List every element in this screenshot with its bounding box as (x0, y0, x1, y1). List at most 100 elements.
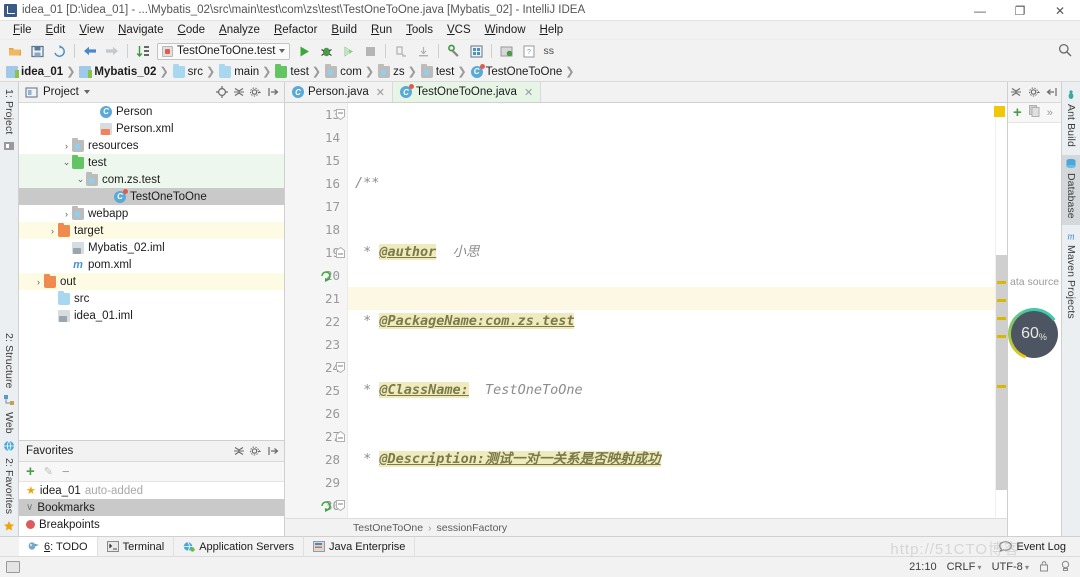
code-fold-icon[interactable] (335, 425, 346, 448)
menu-vcs[interactable]: VCS (440, 23, 478, 37)
breadcrumb-item-test[interactable]: test (421, 66, 458, 78)
tree-node-com-zs-test[interactable]: ⌄com.zs.test (19, 171, 284, 188)
favorites-item-breakpoints[interactable]: Breakpoints (19, 516, 284, 533)
save-all-icon[interactable] (27, 42, 47, 61)
open-folder-icon[interactable] (5, 42, 25, 61)
breadcrumb-item-com[interactable]: com (325, 66, 365, 78)
tool-button-favorites[interactable]: 2: Favorites (3, 455, 15, 517)
editor-tab-testonetoone-java[interactable]: CTestOneToOne.java✕ (393, 82, 541, 102)
tree-expand-arrow[interactable]: › (33, 277, 44, 287)
remove-icon[interactable]: − (62, 464, 70, 479)
editor-gutter[interactable]: 131415161718192021222324252627282930 (285, 103, 348, 518)
code-fold-icon[interactable] (335, 241, 346, 264)
edit-pencil-icon[interactable]: ✎ (44, 465, 53, 478)
stop-icon[interactable] (360, 42, 380, 61)
breadcrumb-item-idea_01[interactable]: idea_01 (6, 66, 66, 78)
warning-marker[interactable] (994, 106, 1005, 117)
editor-marker-bar[interactable] (995, 103, 1007, 518)
tool-button-project[interactable]: 1: Project (3, 86, 15, 137)
back-icon[interactable] (80, 42, 100, 61)
close-button[interactable]: ✕ (1040, 0, 1080, 21)
tree-expand-arrow[interactable]: ⌄ (75, 174, 86, 185)
settings-gear-icon[interactable] (1028, 85, 1041, 100)
bottom-window-6-todo[interactable]: 6: TODO (19, 537, 98, 557)
collapse-all-icon[interactable] (231, 444, 246, 459)
hide-icon[interactable] (265, 444, 280, 459)
run-class-icon[interactable] (319, 269, 333, 283)
tree-node-mybatis_02-iml[interactable]: Mybatis_02.iml (19, 239, 284, 256)
code-fold-icon[interactable] (335, 494, 346, 517)
settings-wrench-icon[interactable] (444, 42, 464, 61)
menu-tools[interactable]: Tools (399, 23, 440, 37)
tree-node-target[interactable]: ›target (19, 222, 284, 239)
close-icon[interactable]: ✕ (524, 86, 533, 99)
breadcrumb-item-testonetoone[interactable]: CTestOneToOne (471, 66, 566, 78)
menu-code[interactable]: Code (171, 23, 213, 37)
tool-button-ant-build[interactable]: Ant Build (1065, 86, 1077, 153)
sync-icon[interactable] (49, 42, 69, 61)
tree-node-testonetoone[interactable]: CTestOneToOne (19, 188, 284, 205)
menu-view[interactable]: View (72, 23, 111, 37)
settings-gear-icon[interactable] (248, 85, 263, 100)
maximize-button[interactable]: ❐ (1000, 0, 1040, 21)
run-configuration-selector[interactable]: TestOneToOne.test (157, 43, 290, 60)
tool-button-database[interactable]: Database (1062, 155, 1080, 225)
menu-build[interactable]: Build (324, 23, 364, 37)
collapse-all-icon[interactable] (1010, 85, 1023, 100)
code-fold-icon[interactable] (335, 103, 346, 126)
minimize-button[interactable]: — (960, 0, 1000, 21)
tool-button-maven-projects[interactable]: m Maven Projects (1065, 227, 1077, 325)
editor-scrollbar-thumb[interactable] (996, 255, 1007, 490)
menu-help[interactable]: Help (533, 23, 571, 37)
breadcrumb-item-test[interactable]: test (275, 66, 312, 78)
bottom-window-application-servers[interactable]: Application Servers (174, 537, 304, 557)
chevron-down-icon[interactable] (84, 90, 90, 94)
help-icon[interactable]: ? (519, 42, 539, 61)
bottom-window-java-enterprise[interactable]: Java Enterprise (304, 537, 415, 557)
run-method-icon[interactable] (319, 499, 333, 513)
hide-icon[interactable] (1046, 85, 1059, 100)
menu-window[interactable]: Window (478, 23, 533, 37)
debug-icon[interactable] (316, 42, 336, 61)
menu-run[interactable]: Run (364, 23, 399, 37)
tree-expand-arrow[interactable]: ⌄ (61, 157, 72, 168)
favorites-item-idea_01[interactable]: ★idea_01auto-added (19, 482, 284, 499)
favorites-list[interactable]: ★idea_01auto-added∨BookmarksBreakpoints (19, 482, 284, 533)
favorites-item-bookmarks[interactable]: ∨Bookmarks (19, 499, 284, 516)
menu-refactor[interactable]: Refactor (267, 23, 324, 37)
lock-icon[interactable] (1039, 560, 1049, 575)
tree-node-idea_01-iml[interactable]: idea_01.iml (19, 307, 284, 324)
breadcrumb-field[interactable]: sessionFactory (437, 522, 508, 534)
step-over-icon[interactable] (391, 42, 411, 61)
sort-icon[interactable] (133, 42, 153, 61)
menu-navigate[interactable]: Navigate (111, 23, 170, 37)
inspection-icon[interactable] (1059, 560, 1072, 575)
breadcrumb-item-main[interactable]: main (219, 66, 262, 78)
tree-node-webapp[interactable]: ›webapp (19, 205, 284, 222)
tree-node-person-xml[interactable]: Person.xml (19, 120, 284, 137)
menu-analyze[interactable]: Analyze (212, 23, 267, 37)
tree-expand-arrow[interactable]: › (61, 209, 72, 219)
breadcrumb-item-zs[interactable]: zs (378, 66, 408, 78)
bottom-window-terminal[interactable]: Terminal (98, 537, 175, 557)
tree-node-src[interactable]: src (19, 290, 284, 307)
tree-node-test[interactable]: ⌄test (19, 154, 284, 171)
settings-gear-icon[interactable] (248, 444, 263, 459)
code-fold-icon[interactable] (335, 356, 346, 379)
tree-node-resources[interactable]: ›resources (19, 137, 284, 154)
line-separator-selector[interactable]: CRLF ▾ (947, 561, 982, 573)
tool-button-structure[interactable]: 2: Structure (3, 330, 15, 391)
menu-edit[interactable]: Edit (39, 23, 73, 37)
tree-node-person[interactable]: CPerson (19, 103, 284, 120)
tree-node-out[interactable]: ›out (19, 273, 284, 290)
copy-icon[interactable] (1029, 105, 1040, 120)
tool-button-web[interactable]: Web (3, 409, 15, 437)
search-icon[interactable] (1058, 43, 1072, 60)
tree-node-pom-xml[interactable]: mpom.xml (19, 256, 284, 273)
breadcrumb-item-src[interactable]: src (173, 66, 206, 78)
run-icon[interactable] (294, 42, 314, 61)
add-icon[interactable]: + (1013, 105, 1022, 120)
toggle-toolwindows-icon[interactable] (6, 561, 20, 573)
editor-code[interactable]: /** * @author 小思 * @PackageName:com.zs.t… (348, 103, 995, 518)
step-into-icon[interactable] (413, 42, 433, 61)
